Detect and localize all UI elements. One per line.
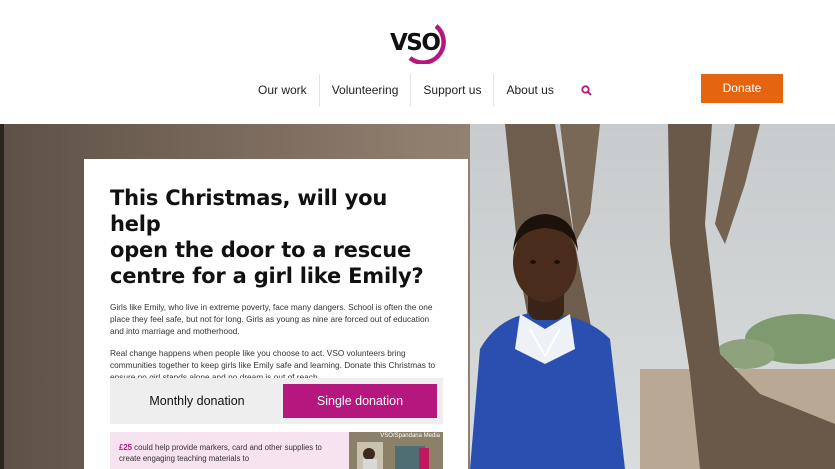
nav-about-us[interactable]: About us (494, 74, 565, 106)
main-nav: Our work Volunteering Support us About u… (246, 74, 602, 106)
search-icon[interactable] (572, 74, 602, 106)
nav-support-us[interactable]: Support us (411, 74, 495, 106)
svg-text:VSO: VSO (390, 30, 440, 56)
impact-text: could help provide markers, card and oth… (119, 443, 322, 463)
impact-thumbnail: VSO/Spandana Media (349, 432, 443, 469)
impact-amount: £25 (119, 443, 133, 452)
appeal-card: This Christmas, will you help open the d… (84, 159, 468, 469)
donation-type-toggle: Monthly donation Single donation (110, 378, 443, 424)
nav-volunteering[interactable]: Volunteering (320, 74, 412, 106)
vso-logo[interactable]: VSO (388, 14, 448, 65)
appeal-paragraph-1: Girls like Emily, who live in extreme po… (110, 302, 433, 337)
headline-line: open the door to a rescue (110, 238, 412, 262)
nav-our-work[interactable]: Our work (246, 74, 320, 106)
image-credit: VSO/Spandana Media (380, 433, 440, 439)
single-donation-tab[interactable]: Single donation (283, 384, 437, 418)
site-header: VSO Our work Volunteering Support us Abo… (0, 0, 835, 124)
impact-description: £25 could help provide markers, card and… (119, 442, 344, 464)
monthly-donation-tab[interactable]: Monthly donation (110, 385, 284, 417)
impact-option[interactable]: £25 could help provide markers, card and… (110, 432, 443, 469)
donate-button[interactable]: Donate (701, 74, 783, 103)
headline-line: This Christmas, will you help (110, 186, 388, 236)
appeal-headline: This Christmas, will you help open the d… (110, 185, 442, 289)
headline-line: centre for a girl like Emily? (110, 264, 424, 288)
